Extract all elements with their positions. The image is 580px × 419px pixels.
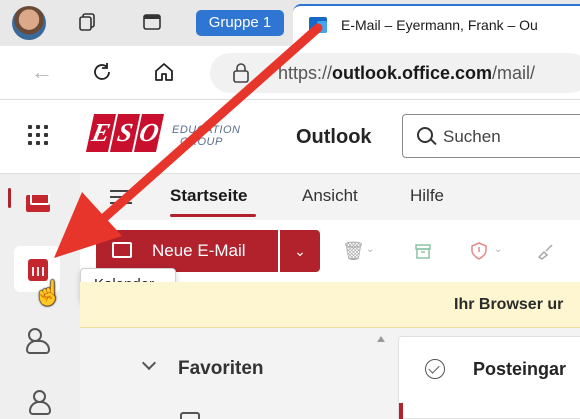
new-mail-label: Neue E-Mail (152, 241, 246, 260)
browser-warning-bar: Ihr Browser ur (80, 282, 580, 328)
url-text: https://outlook.office.com/mail/ (278, 63, 536, 83)
mail-icon (26, 195, 50, 212)
rail-item-groups[interactable] (14, 378, 60, 419)
active-browser-tab[interactable]: E-Mail – Eyermann, Frank – Ou (293, 4, 580, 46)
outlook-favicon-icon (309, 17, 327, 33)
app-launcher-icon[interactable] (28, 125, 48, 145)
scroll-up-icon[interactable] (377, 336, 385, 342)
tab-actions-icon[interactable] (142, 12, 162, 32)
tab-ansicht[interactable]: Ansicht (302, 186, 358, 206)
outlook-header: ESO EDUCATION GROUP Outlook Suchen (0, 100, 580, 174)
tab-hilfe[interactable]: Hilfe (410, 186, 444, 206)
sweep-icon[interactable] (536, 242, 554, 260)
new-mail-button[interactable]: Neue E-Mail (96, 230, 278, 272)
tab-startseite[interactable]: Startseite (170, 186, 247, 206)
envelope-icon (112, 242, 132, 258)
hand-cursor-icon: ☝ (33, 280, 63, 307)
back-arrow-icon[interactable]: ← (30, 60, 54, 84)
chevron-down-icon: ⌄ (294, 243, 306, 259)
rail-item-mail[interactable] (14, 180, 60, 226)
archive-icon[interactable] (414, 242, 432, 260)
address-bar-row: ← https://outlook.office.com/mail/ (0, 46, 580, 100)
app-name[interactable]: Outlook (296, 126, 372, 149)
eso-logo[interactable]: ESO EDUCATION GROUP (85, 114, 250, 158)
chevron-down-icon[interactable]: ⌄ (366, 244, 374, 255)
tab-title: E-Mail – Eyermann, Frank – Ou (341, 17, 538, 33)
message-list: Posteingar (398, 336, 580, 419)
infobar-text: Ihr Browser ur (454, 296, 564, 313)
folder-icon[interactable] (180, 412, 200, 419)
calendar-icon (28, 259, 48, 281)
chevron-down-icon[interactable]: ⌄ (494, 244, 502, 255)
select-all-icon[interactable] (425, 359, 445, 379)
refresh-icon[interactable] (90, 60, 114, 84)
groups-icon (26, 390, 51, 415)
folder-pane: Favoriten (80, 328, 392, 419)
rail-item-people[interactable] (14, 316, 60, 362)
search-placeholder: Suchen (443, 127, 501, 146)
workspaces-icon[interactable] (78, 12, 98, 32)
browser-tab-strip: Gruppe 1 E-Mail – Eyermann, Frank – Ou (0, 0, 580, 46)
url-field[interactable]: https://outlook.office.com/mail/ (210, 53, 580, 93)
delete-icon[interactable]: 🗑 (342, 242, 365, 260)
ribbon-tabs: Startseite Ansicht Hilfe (80, 174, 580, 220)
report-icon[interactable] (470, 242, 488, 260)
inbox-title[interactable]: Posteingar (473, 359, 566, 380)
search-input[interactable]: Suchen (402, 114, 580, 158)
people-icon (26, 328, 50, 354)
chevron-down-icon[interactable] (141, 355, 157, 371)
active-tab-underline (170, 214, 256, 217)
home-icon[interactable] (152, 60, 176, 84)
favorites-label[interactable]: Favoriten (178, 358, 264, 380)
new-mail-dropdown-button[interactable]: ⌄ (280, 230, 320, 272)
active-rail-indicator (8, 188, 11, 208)
menu-icon[interactable] (110, 190, 132, 204)
selected-item-indicator (399, 403, 403, 419)
profile-avatar[interactable] (12, 6, 46, 40)
tab-group-chip[interactable]: Gruppe 1 (196, 10, 284, 36)
lock-icon[interactable] (232, 63, 250, 83)
search-icon (417, 127, 433, 143)
